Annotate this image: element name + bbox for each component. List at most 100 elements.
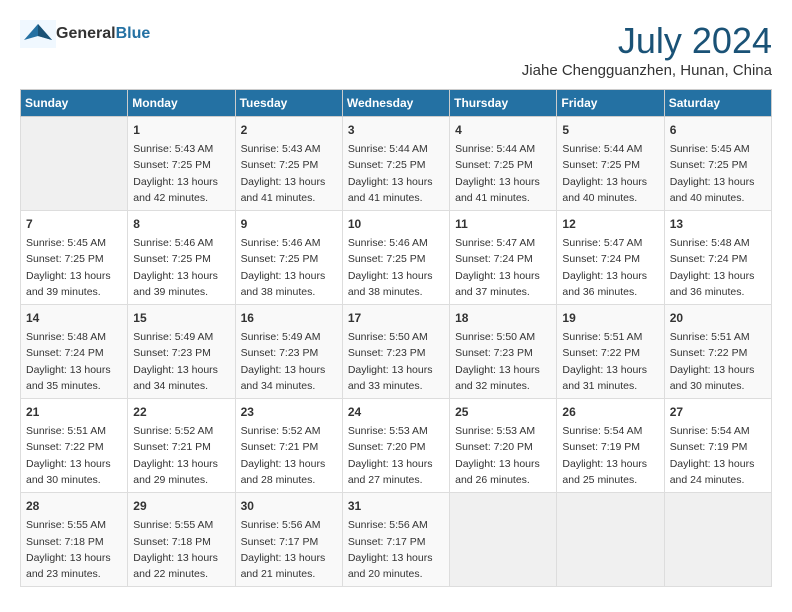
table-row: 18 Sunrise: 5:50 AMSunset: 7:23 PMDayligh… <box>450 305 557 399</box>
table-row: 29 Sunrise: 5:55 AMSunset: 7:18 PMDayligh… <box>128 493 235 587</box>
calendar-week-row: 21 Sunrise: 5:51 AMSunset: 7:22 PMDayligh… <box>21 399 772 493</box>
day-number: 2 <box>241 121 337 139</box>
calendar-week-row: 1 Sunrise: 5:43 AMSunset: 7:25 PMDaylight… <box>21 117 772 211</box>
title-section: July 2024 Jiahe Chengguanzhen, Hunan, Ch… <box>522 20 772 79</box>
table-row: 14 Sunrise: 5:48 AMSunset: 7:24 PMDayligh… <box>21 305 128 399</box>
day-info: Sunrise: 5:49 AMSunset: 7:23 PMDaylight:… <box>133 329 229 394</box>
day-number: 28 <box>26 497 122 515</box>
day-number: 11 <box>455 215 551 233</box>
day-number: 9 <box>241 215 337 233</box>
table-row: 12 Sunrise: 5:47 AMSunset: 7:24 PMDayligh… <box>557 211 664 305</box>
day-info: Sunrise: 5:54 AMSunset: 7:19 PMDaylight:… <box>562 423 658 488</box>
day-info: Sunrise: 5:50 AMSunset: 7:23 PMDaylight:… <box>455 329 551 394</box>
table-row: 6 Sunrise: 5:45 AMSunset: 7:25 PMDaylight… <box>664 117 771 211</box>
day-number: 1 <box>133 121 229 139</box>
table-row: 31 Sunrise: 5:56 AMSunset: 7:17 PMDayligh… <box>342 493 449 587</box>
table-row: 23 Sunrise: 5:52 AMSunset: 7:21 PMDayligh… <box>235 399 342 493</box>
calendar-week-row: 14 Sunrise: 5:48 AMSunset: 7:24 PMDayligh… <box>21 305 772 399</box>
day-number: 31 <box>348 497 444 515</box>
day-number: 7 <box>26 215 122 233</box>
table-row: 11Sunrise: 5:47 AMSunset: 7:24 PMDayligh… <box>450 211 557 305</box>
day-info: Sunrise: 5:55 AMSunset: 7:18 PMDaylight:… <box>133 517 229 582</box>
calendar-table: Sunday Monday Tuesday Wednesday Thursday… <box>20 89 772 587</box>
day-number: 26 <box>562 403 658 421</box>
logo-icon <box>20 20 56 48</box>
col-monday: Monday <box>128 90 235 117</box>
day-info: Sunrise: 5:43 AMSunset: 7:25 PMDaylight:… <box>133 141 229 206</box>
day-info: Sunrise: 5:51 AMSunset: 7:22 PMDaylight:… <box>562 329 658 394</box>
calendar-week-row: 28 Sunrise: 5:55 AMSunset: 7:18 PMDayligh… <box>21 493 772 587</box>
table-row: 19Sunrise: 5:51 AMSunset: 7:22 PMDayligh… <box>557 305 664 399</box>
day-info: Sunrise: 5:49 AMSunset: 7:23 PMDaylight:… <box>241 329 337 394</box>
logo-general: General <box>56 25 116 42</box>
day-info: Sunrise: 5:48 AMSunset: 7:24 PMDaylight:… <box>26 329 122 394</box>
day-number: 6 <box>670 121 766 139</box>
day-info: Sunrise: 5:44 AMSunset: 7:25 PMDaylight:… <box>455 141 551 206</box>
day-number: 16 <box>241 309 337 327</box>
day-info: Sunrise: 5:46 AMSunset: 7:25 PMDaylight:… <box>348 235 444 300</box>
table-row: 24Sunrise: 5:53 AMSunset: 7:20 PMDayligh… <box>342 399 449 493</box>
table-row: 3 Sunrise: 5:44 AMSunset: 7:25 PMDaylight… <box>342 117 449 211</box>
table-row: 7 Sunrise: 5:45 AMSunset: 7:25 PMDaylight… <box>21 211 128 305</box>
day-number: 29 <box>133 497 229 515</box>
table-row: 25 Sunrise: 5:53 AMSunset: 7:20 PMDayligh… <box>450 399 557 493</box>
day-info: Sunrise: 5:55 AMSunset: 7:18 PMDaylight:… <box>26 517 122 582</box>
day-number: 20 <box>670 309 766 327</box>
table-row: 8 Sunrise: 5:46 AMSunset: 7:25 PMDaylight… <box>128 211 235 305</box>
table-row: 21 Sunrise: 5:51 AMSunset: 7:22 PMDayligh… <box>21 399 128 493</box>
table-row <box>557 493 664 587</box>
day-info: Sunrise: 5:43 AMSunset: 7:25 PMDaylight:… <box>241 141 337 206</box>
day-info: Sunrise: 5:52 AMSunset: 7:21 PMDaylight:… <box>133 423 229 488</box>
table-row: 27Sunrise: 5:54 AMSunset: 7:19 PMDayligh… <box>664 399 771 493</box>
day-info: Sunrise: 5:56 AMSunset: 7:17 PMDaylight:… <box>348 517 444 582</box>
month-year: July 2024 <box>522 20 772 62</box>
table-row: 30Sunrise: 5:56 AMSunset: 7:17 PMDayligh… <box>235 493 342 587</box>
day-info: Sunrise: 5:45 AMSunset: 7:25 PMDaylight:… <box>26 235 122 300</box>
page-header: GeneralBlue July 2024 Jiahe Chengguanzhe… <box>20 20 772 79</box>
day-number: 10 <box>348 215 444 233</box>
day-info: Sunrise: 5:46 AMSunset: 7:25 PMDaylight:… <box>133 235 229 300</box>
day-info: Sunrise: 5:51 AMSunset: 7:22 PMDaylight:… <box>670 329 766 394</box>
table-row <box>21 117 128 211</box>
day-number: 21 <box>26 403 122 421</box>
table-row: 15 Sunrise: 5:49 AMSunset: 7:23 PMDayligh… <box>128 305 235 399</box>
col-wednesday: Wednesday <box>342 90 449 117</box>
day-number: 25 <box>455 403 551 421</box>
day-info: Sunrise: 5:45 AMSunset: 7:25 PMDaylight:… <box>670 141 766 206</box>
day-number: 18 <box>455 309 551 327</box>
day-number: 17 <box>348 309 444 327</box>
table-row: 13Sunrise: 5:48 AMSunset: 7:24 PMDayligh… <box>664 211 771 305</box>
table-row: 4 Sunrise: 5:44 AMSunset: 7:25 PMDaylight… <box>450 117 557 211</box>
day-number: 15 <box>133 309 229 327</box>
table-row: 22 Sunrise: 5:52 AMSunset: 7:21 PMDayligh… <box>128 399 235 493</box>
day-info: Sunrise: 5:53 AMSunset: 7:20 PMDaylight:… <box>455 423 551 488</box>
day-number: 5 <box>562 121 658 139</box>
day-number: 23 <box>241 403 337 421</box>
day-number: 4 <box>455 121 551 139</box>
table-row: 5 Sunrise: 5:44 AMSunset: 7:25 PMDaylight… <box>557 117 664 211</box>
day-number: 22 <box>133 403 229 421</box>
day-info: Sunrise: 5:47 AMSunset: 7:24 PMDaylight:… <box>562 235 658 300</box>
day-info: Sunrise: 5:51 AMSunset: 7:22 PMDaylight:… <box>26 423 122 488</box>
day-info: Sunrise: 5:46 AMSunset: 7:25 PMDaylight:… <box>241 235 337 300</box>
day-number: 27 <box>670 403 766 421</box>
table-row <box>664 493 771 587</box>
logo-blue: Blue <box>116 25 151 42</box>
day-info: Sunrise: 5:50 AMSunset: 7:23 PMDaylight:… <box>348 329 444 394</box>
table-row: 1 Sunrise: 5:43 AMSunset: 7:25 PMDaylight… <box>128 117 235 211</box>
table-row: 28 Sunrise: 5:55 AMSunset: 7:18 PMDayligh… <box>21 493 128 587</box>
table-row: 2 Sunrise: 5:43 AMSunset: 7:25 PMDaylight… <box>235 117 342 211</box>
calendar-week-row: 7 Sunrise: 5:45 AMSunset: 7:25 PMDaylight… <box>21 211 772 305</box>
day-info: Sunrise: 5:53 AMSunset: 7:20 PMDaylight:… <box>348 423 444 488</box>
day-number: 12 <box>562 215 658 233</box>
table-row: 26 Sunrise: 5:54 AMSunset: 7:19 PMDayligh… <box>557 399 664 493</box>
day-info: Sunrise: 5:44 AMSunset: 7:25 PMDaylight:… <box>562 141 658 206</box>
day-number: 14 <box>26 309 122 327</box>
table-row: 17 Sunrise: 5:50 AMSunset: 7:23 PMDayligh… <box>342 305 449 399</box>
logo: GeneralBlue <box>20 20 150 48</box>
col-saturday: Saturday <box>664 90 771 117</box>
day-info: Sunrise: 5:52 AMSunset: 7:21 PMDaylight:… <box>241 423 337 488</box>
day-number: 3 <box>348 121 444 139</box>
day-number: 8 <box>133 215 229 233</box>
day-info: Sunrise: 5:44 AMSunset: 7:25 PMDaylight:… <box>348 141 444 206</box>
